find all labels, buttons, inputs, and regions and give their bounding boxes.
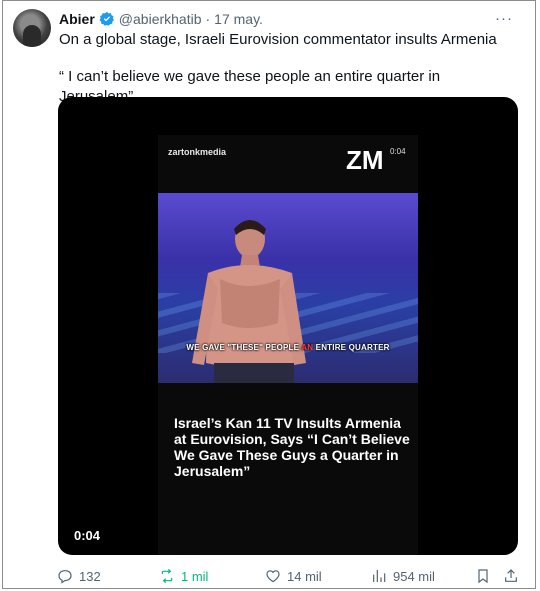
video-timestamp: 0:04 <box>74 528 101 543</box>
repost-button[interactable]: 1 mil <box>159 565 208 587</box>
more-icon[interactable]: ··· <box>495 9 513 27</box>
author-name[interactable]: Abier <box>59 11 95 27</box>
tweet-card[interactable]: Abier @abierkhatib · 17 may. ··· On a gl… <box>2 0 536 589</box>
video-player[interactable]: zartonkmedia ZM 0:04 WE GAVE "THESE" PEO… <box>58 97 518 555</box>
repost-count: 1 mil <box>181 568 209 584</box>
performer-figure <box>192 220 306 383</box>
like-count: 14 mil <box>287 568 322 584</box>
zm-logo-icon: ZM <box>346 145 384 175</box>
video-watermark: zartonkmedia <box>168 147 227 157</box>
caption-part-a: WE GAVE "THESE" PEOPLE <box>186 343 302 352</box>
post-date[interactable]: 17 may. <box>214 11 263 27</box>
video-scene <box>158 193 418 383</box>
tweet-text-line-1: On a global stage, Israeli Eurovision co… <box>59 31 497 48</box>
reply-count: 132 <box>79 568 101 584</box>
reply-icon <box>58 570 72 584</box>
action-bar: 132 1 mil 14 mil 954 mil <box>51 565 521 587</box>
like-icon <box>266 570 280 583</box>
author-handle[interactable]: @abierkhatib <box>119 11 202 27</box>
tweet-header: Abier @abierkhatib · 17 may. <box>59 9 505 29</box>
views-count: 954 mil <box>393 568 435 584</box>
caption-part-b: ENTIRE QUARTER <box>313 343 390 352</box>
separator-dot: · <box>205 11 211 27</box>
video-headline: Israel’s Kan 11 TV Insults Armenia at Eu… <box>174 415 410 479</box>
bookmark-button[interactable] <box>475 565 497 587</box>
video-caption-overlay: WE GAVE "THESE" PEOPLE AN ENTIRE QUARTER <box>158 343 418 352</box>
video-frame-time: 0:04 <box>390 147 406 156</box>
like-button[interactable]: 14 mil <box>265 565 322 587</box>
zm-logo-text: ZM <box>346 145 384 175</box>
views-button[interactable]: 954 mil <box>371 565 435 587</box>
bookmark-icon <box>478 569 488 584</box>
share-button[interactable] <box>503 565 525 587</box>
views-icon <box>373 570 386 582</box>
verified-badge-icon <box>99 11 115 27</box>
avatar[interactable] <box>13 9 51 47</box>
share-icon <box>505 569 517 582</box>
repost-icon <box>161 568 173 584</box>
reply-button[interactable]: 132 <box>57 565 101 587</box>
caption-highlight: AN <box>301 343 314 352</box>
